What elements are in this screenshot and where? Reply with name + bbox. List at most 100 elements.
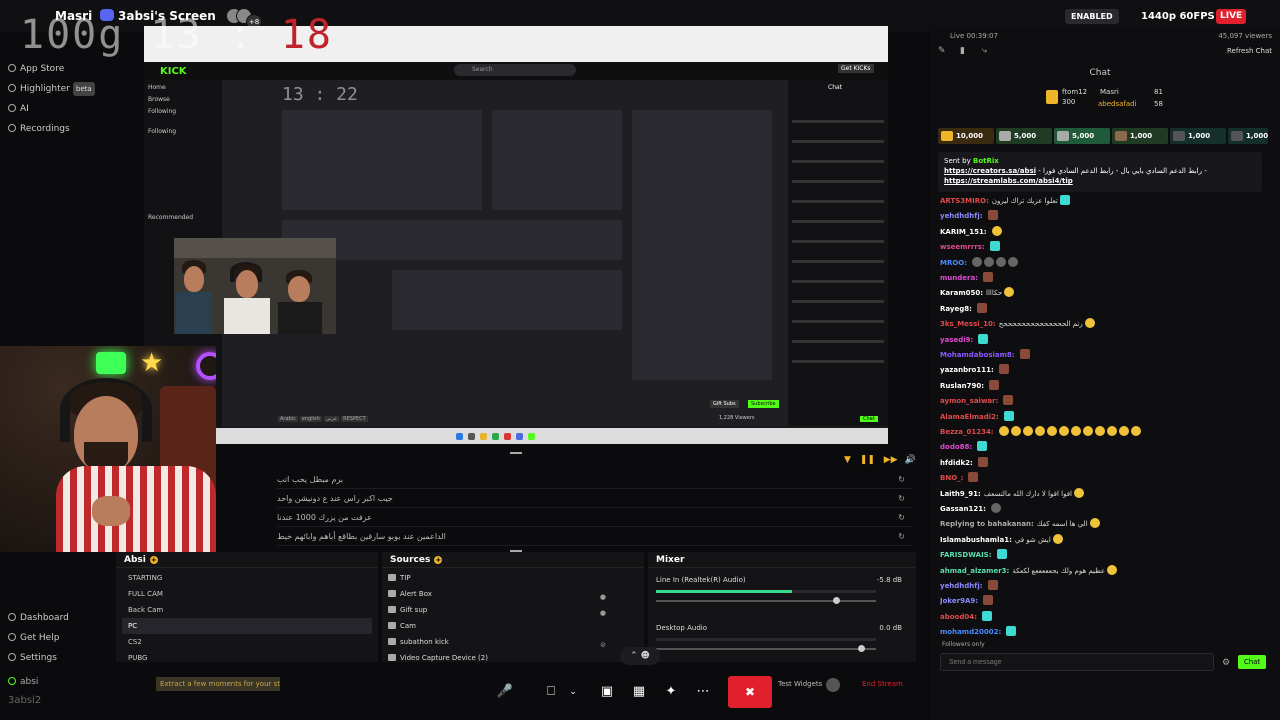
chat-username[interactable]: KARIM_151: [940, 228, 987, 236]
camera-off-icon[interactable]: ⎕ [540, 682, 562, 702]
source-item[interactable]: Cam [386, 618, 612, 634]
nav-user[interactable]: absi [8, 675, 38, 689]
chat-message[interactable]: FARISDWAIS: [940, 548, 1264, 563]
chat-username[interactable]: mundera: [940, 274, 978, 282]
chat-message[interactable]: mohamd20002: [940, 625, 1264, 640]
stream-preview[interactable]: KICK Search Get KICKs Home Browse Follow… [144, 26, 888, 444]
chat-username[interactable]: Bezza_01234: [940, 428, 994, 436]
scene-item[interactable]: STARTING [122, 570, 372, 586]
effects-icon[interactable]: ✦ [660, 682, 682, 702]
chat-message[interactable]: ARTS3MIRO: تعلوا عزيك تراك ليرون [940, 194, 1264, 209]
chat-username[interactable]: 3ks_Messi_10: [940, 320, 996, 328]
leave-button[interactable]: ✖ [728, 676, 772, 708]
more-icon[interactable]: ⋯ [692, 682, 714, 702]
nav-dashboard[interactable]: Dashboard [8, 611, 69, 625]
source-item[interactable]: TIP [386, 570, 612, 586]
event-row[interactable]: عرفت من يزرك 1000 عندنا ↻ [277, 508, 913, 527]
chat-message[interactable]: Rayeg8: [940, 302, 1264, 317]
nav-recordings[interactable]: Recordings [8, 122, 70, 136]
chat-message[interactable]: Joker9A9: [940, 594, 1264, 609]
chat-username[interactable]: Replying to bahakanan: [940, 520, 1034, 528]
chat-message[interactable]: MROO: [940, 256, 1264, 271]
chat-message[interactable]: 3ks_Messi_10: رتم الححححححححححححححح [940, 317, 1264, 332]
enabled-badge[interactable]: ENABLED [1065, 9, 1119, 24]
chat-username[interactable]: wseemrrrs: [940, 243, 985, 251]
pinned-message[interactable]: Sent by BotRix https://creators.sa/absi … [938, 152, 1262, 192]
scene-item[interactable]: CS2 [122, 634, 372, 650]
add-source-button[interactable]: + [434, 556, 443, 564]
chat-username[interactable]: ahmad_alzamer3: [940, 567, 1009, 575]
nav-get-help[interactable]: Get Help [8, 631, 59, 645]
add-scene-button[interactable]: + [149, 556, 158, 564]
nav-settings[interactable]: Settings [8, 651, 57, 665]
scene-item[interactable]: FULL CAM [122, 586, 372, 602]
source-item[interactable]: Video Capture Device (2) [386, 650, 612, 666]
chat-username[interactable]: mohamd20002: [940, 628, 1001, 636]
chat-message[interactable]: aymon_saiwar: [940, 394, 1264, 409]
chat-message[interactable]: wseemrrrs: [940, 240, 1264, 255]
chat-message[interactable]: dodo88: [940, 440, 1264, 455]
skip-icon[interactable]: ▶▶ [884, 455, 898, 465]
replay-icon[interactable]: ↻ [898, 508, 905, 527]
chat-username[interactable]: Rayeg8: [940, 305, 972, 313]
chat-username[interactable]: Mohamdabosiam8: [940, 351, 1015, 359]
scenes-icon[interactable]: ▦ [628, 682, 650, 702]
volume-slider[interactable] [656, 597, 876, 604]
chat-username[interactable]: yazanbro111: [940, 366, 994, 374]
expand-button[interactable]: ⌃ ☻ [620, 647, 660, 665]
resize-handle[interactable] [510, 452, 522, 454]
chat-message[interactable]: yehdhdhfj: [940, 579, 1264, 594]
volume-slider[interactable] [656, 645, 876, 652]
replay-icon[interactable]: ↻ [898, 470, 905, 489]
chat-message[interactable]: Gassan121: [940, 502, 1264, 517]
nav-ai[interactable]: AI [8, 102, 29, 116]
chat-username[interactable]: ARTS3MIRO: [940, 197, 989, 205]
chat-username[interactable]: BNO_: [940, 474, 963, 482]
chat-message[interactable]: yazanbro111: [940, 363, 1264, 378]
chat-username[interactable]: MROO: [940, 259, 967, 267]
replay-icon[interactable]: ↻ [898, 489, 905, 508]
chat-input[interactable] [940, 653, 1214, 671]
source-item[interactable]: subathon kick ⊘ [386, 634, 612, 650]
chat-message[interactable]: ahmad_alzamer3: عظيم هوم ولك يجعععععع لكع… [940, 564, 1264, 579]
source-item[interactable]: Alert Box ● [386, 586, 612, 602]
chat-message[interactable]: Karam050: حكاااا [940, 286, 1264, 301]
chat-username[interactable]: Islamabushamla1: [940, 536, 1012, 544]
pause-icon[interactable]: ❚❚ [860, 455, 875, 465]
chat-message[interactable]: Mohamdabosiam8: [940, 348, 1264, 363]
chat-send-button[interactable]: Chat [1238, 655, 1266, 669]
chat-message[interactable]: BNO_: [940, 471, 1264, 486]
scene-item[interactable]: Back Cam [122, 602, 372, 618]
refresh-chat-button[interactable]: Refresh Chat [1227, 47, 1272, 55]
volume-icon[interactable]: 🔊 [904, 455, 915, 465]
source-item[interactable]: Gift sup ● [386, 602, 612, 618]
event-row[interactable]: برم مبطل يحب اتب ↻ [277, 470, 913, 489]
chat-username[interactable]: dodo88: [940, 443, 972, 451]
chat-username[interactable]: FARISDWAIS: [940, 551, 992, 559]
chat-message[interactable]: mundera: [940, 271, 1264, 286]
chat-username[interactable]: yehdhdhfj: [940, 582, 983, 590]
end-stream-button[interactable]: End Stream [862, 680, 903, 688]
scene-item-selected[interactable]: PC [122, 618, 372, 634]
chat-username[interactable]: Ruslan790: [940, 382, 984, 390]
chat-message[interactable]: abood04: [940, 610, 1264, 625]
chevron-down-icon[interactable]: ⌄ [562, 682, 584, 702]
toggle-switch[interactable] [826, 678, 840, 692]
test-widgets-button[interactable]: Test Widgets [778, 680, 822, 688]
chat-username[interactable]: hfdidk2: [940, 459, 973, 467]
chat-username[interactable]: Laith9_91: [940, 490, 981, 498]
chat-username[interactable]: yehdhdhfj: [940, 212, 983, 220]
chat-username[interactable]: abood04: [940, 613, 977, 621]
share-icon[interactable]: ⤷ [982, 46, 987, 56]
alert-banner[interactable]: Extract a few moments for your stream [156, 677, 280, 691]
event-row[interactable]: جيب اكبر راس عند ع دونيشن واحد ↻ [277, 489, 913, 508]
chat-message[interactable]: yehdhdhfj: [940, 209, 1264, 224]
nav-app-store[interactable]: App Store [8, 62, 64, 76]
event-row[interactable]: الداعمين عند بوبو سارقين بطاقع أباهم واب… [277, 527, 913, 546]
chat-username[interactable]: Karam050: [940, 289, 983, 297]
chat-username[interactable]: aymon_saiwar: [940, 397, 998, 405]
share-screen-icon[interactable]: ▣ [596, 682, 618, 702]
quality-badge[interactable]: 1440p 60FPS [1137, 9, 1219, 24]
chat-message[interactable]: hfdidk2: [940, 456, 1264, 471]
edit-icon[interactable]: ✎ [938, 46, 946, 56]
